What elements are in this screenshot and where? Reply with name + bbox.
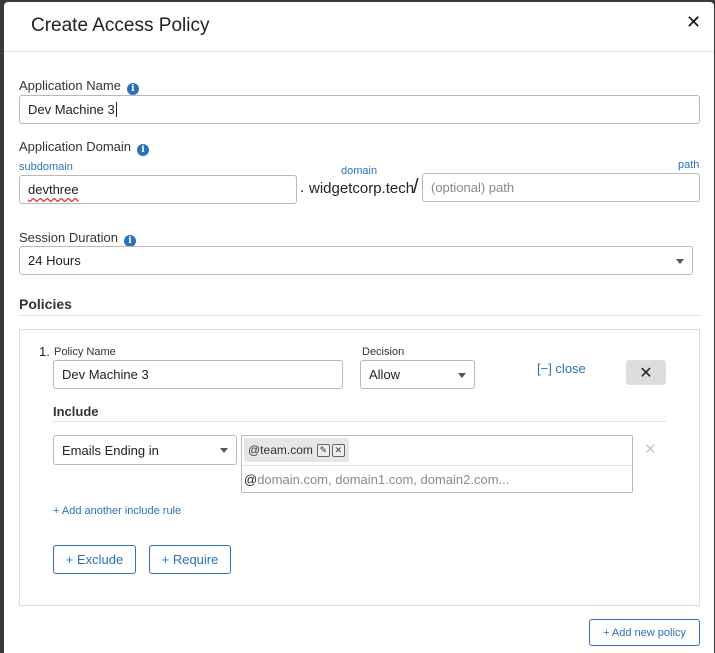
app-name-label: Application Name i — [19, 78, 139, 95]
include-rule-type-select[interactable]: Emails Ending in — [53, 435, 237, 465]
domain-value: widgetcorp.tech — [309, 180, 415, 197]
session-duration-select[interactable]: 24 Hours — [19, 246, 693, 275]
add-include-rule-link[interactable]: + Add another include rule — [53, 505, 181, 517]
policies-title: Policies — [19, 296, 72, 312]
app-name-label-text: Application Name — [19, 78, 121, 93]
path-placeholder: (optional) path — [431, 180, 515, 195]
chevron-down-icon — [676, 258, 684, 264]
modal-title: Create Access Policy — [31, 15, 210, 36]
decision-value: Allow — [369, 367, 401, 382]
close-icon[interactable]: ✕ — [686, 12, 701, 32]
at-sign: @ — [244, 472, 258, 487]
app-domain-label-text: Application Domain — [19, 139, 132, 154]
divider — [242, 465, 632, 466]
close-icon: ✕ — [639, 364, 653, 382]
subdomain-input[interactable]: devthree — [19, 175, 297, 204]
divider — [19, 315, 700, 316]
remove-policy-button[interactable]: ✕ — [626, 360, 666, 385]
policy-name-value: Dev Machine 3 — [62, 367, 149, 382]
policy-close-link[interactable]: [−] close — [537, 361, 586, 376]
divider — [53, 421, 666, 422]
remove-rule-icon[interactable]: ✕ — [644, 440, 657, 458]
add-exclude-button[interactable]: + Exclude — [53, 545, 136, 574]
policy-card: 1. Policy Name Dev Machine 3 Decision Al… — [19, 329, 700, 606]
path-input[interactable]: (optional) path — [422, 173, 700, 202]
subdomain-label: subdomain — [19, 161, 73, 173]
session-duration-value: 24 Hours — [28, 253, 81, 268]
session-duration-label: Session Duration i — [19, 230, 136, 247]
policy-name-input[interactable]: Dev Machine 3 — [53, 360, 343, 389]
app-name-value: Dev Machine 3 — [28, 102, 115, 117]
text-cursor — [115, 102, 117, 117]
chevron-down-icon — [220, 448, 228, 453]
info-icon[interactable]: i — [137, 144, 150, 156]
add-require-button[interactable]: + Require — [149, 545, 231, 574]
email-domain-tag-text: @team.com — [248, 443, 313, 457]
info-icon[interactable]: i — [126, 83, 139, 95]
domain-label: domain — [341, 165, 378, 177]
chevron-down-icon — [458, 372, 466, 378]
add-new-policy-button[interactable]: + Add new policy — [589, 619, 700, 646]
path-separator-slash: / — [413, 176, 419, 198]
modal-header: Create Access Policy ✕ — [4, 2, 714, 52]
edit-icon[interactable]: ✎ — [316, 443, 330, 457]
email-domain-entry[interactable]: @domain.com, domain1.com, domain2.com... — [244, 472, 509, 487]
policy-name-label: Policy Name — [54, 346, 116, 358]
create-access-policy-modal: Create Access Policy ✕ Application Name i… — [4, 2, 714, 653]
decision-label: Decision — [362, 346, 405, 358]
email-domains-field[interactable]: @team.com ✎ ✕ @domain.com, domain1.com, … — [241, 435, 633, 493]
email-domain-tag: @team.com ✎ ✕ — [244, 438, 349, 462]
policy-number: 1. — [39, 344, 50, 359]
include-rule-type-value: Emails Ending in — [62, 442, 159, 458]
path-label: path — [678, 159, 700, 171]
close-icon[interactable]: ✕ — [331, 443, 345, 457]
session-duration-label-text: Session Duration — [19, 230, 118, 245]
subdomain-value: devthree — [28, 182, 79, 197]
app-domain-label: Application Domain i — [19, 139, 150, 156]
email-domain-placeholder: domain.com, domain1.com, domain2.com... — [257, 472, 510, 487]
domain-separator-dot: . — [300, 179, 305, 196]
app-name-input[interactable]: Dev Machine 3 — [19, 95, 700, 124]
decision-select[interactable]: Allow — [360, 360, 475, 389]
include-title: Include — [53, 404, 99, 419]
